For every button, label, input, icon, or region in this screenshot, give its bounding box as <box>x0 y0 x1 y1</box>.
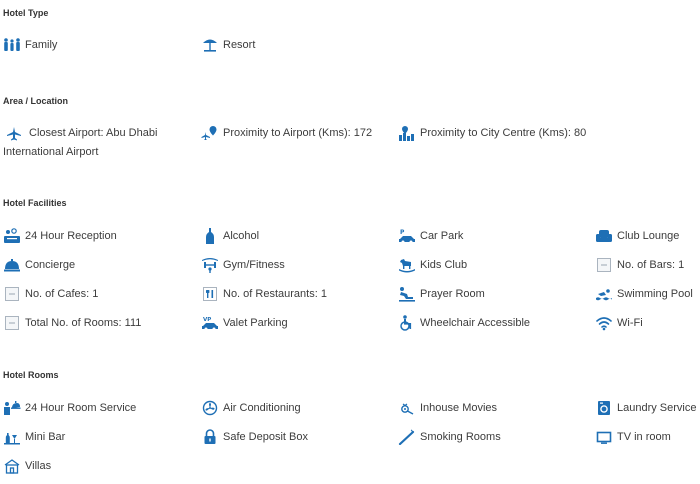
amenity-laundry: Laundry Service <box>595 399 697 417</box>
bottle-icon <box>201 228 219 245</box>
amenity-label: No. of Bars: 1 <box>617 259 685 272</box>
car-park-icon: P <box>398 228 416 244</box>
section-title-hotel-type: Hotel Type <box>3 8 49 18</box>
amenity-cafes: No. of Cafes: 1 <box>3 285 98 303</box>
amenity-mini-bar: Mini Bar <box>3 428 65 446</box>
minibar-icon <box>3 429 21 445</box>
room-service-icon <box>3 400 21 416</box>
amenity-label: Air Conditioning <box>223 402 301 415</box>
amenity-proximity-city: Proximity to City Centre (Kms): 80 <box>398 124 586 142</box>
swimmer-icon <box>595 286 613 302</box>
amenity-label: Swimming Pool <box>617 288 693 301</box>
amenity-label: Inhouse Movies <box>420 402 498 415</box>
amenity-label: Total No. of Rooms: 111 <box>25 317 142 330</box>
amenity-label: No. of Restaurants: 1 <box>223 288 327 301</box>
airplane-icon <box>5 126 23 142</box>
amenity-club-lounge: Club Lounge <box>595 227 679 245</box>
amenity-inhouse-movies: Inhouse Movies <box>398 399 497 417</box>
amenity-gym: Gym/Fitness <box>201 256 285 274</box>
section-title-area-location: Area / Location <box>3 96 69 106</box>
city-pin-icon <box>398 125 416 142</box>
amenity-label: Prayer Room <box>420 288 485 301</box>
amenity-label: Gym/Fitness <box>223 259 285 272</box>
amenity-total-rooms: Total No. of Rooms: 111 <box>3 314 141 332</box>
armchair-icon <box>595 228 613 244</box>
amenity-prayer-room: Prayer Room <box>398 285 485 303</box>
placeholder-icon <box>3 315 21 331</box>
bell-icon <box>3 257 21 273</box>
amenity-proximity-airport: Proximity to Airport (Kms): 172 <box>201 124 372 142</box>
amenity-label: Club Lounge <box>617 230 680 243</box>
amenity-air-conditioning: Air Conditioning <box>201 399 301 417</box>
amenity-room-service: 24 Hour Room Service <box>3 399 136 417</box>
amenity-label: Alcohol <box>223 230 260 243</box>
amenity-concierge: Concierge <box>3 256 75 274</box>
amenity-car-park: P Car Park <box>398 227 463 245</box>
amenity-tv: TV in room <box>595 428 671 446</box>
amenity-closest-airport: Closest Airport: Abu Dhabi International… <box>3 124 163 163</box>
amenity-label: Laundry Service <box>617 402 697 415</box>
amenity-label: Proximity to Airport (Kms): 172 <box>223 127 373 140</box>
amenity-label: Family <box>25 39 58 52</box>
amenity-label: No. of Cafes: 1 <box>25 288 99 301</box>
wifi-icon <box>595 315 613 331</box>
amenity-label: Car Park <box>420 230 464 243</box>
rocking-horse-icon <box>398 257 416 273</box>
washing-machine-icon <box>595 400 613 416</box>
lock-icon <box>201 429 219 445</box>
dumbbell-icon <box>201 257 219 274</box>
wheelchair-icon <box>398 315 416 331</box>
svg-text:VP: VP <box>203 317 211 323</box>
film-reel-icon <box>398 400 416 416</box>
prayer-icon <box>398 286 416 302</box>
amenity-family: Family <box>3 36 57 54</box>
amenity-label: Resort <box>223 39 256 52</box>
amenity-label: Wi-Fi <box>617 317 643 330</box>
amenity-label: Wheelchair Accessible <box>420 317 531 330</box>
family-icon <box>3 37 21 53</box>
amenity-safe-deposit: Safe Deposit Box <box>201 428 308 446</box>
villa-icon <box>3 458 21 474</box>
amenity-wheelchair: Wheelchair Accessible <box>398 314 530 332</box>
amenity-label: Safe Deposit Box <box>223 431 308 444</box>
amenity-label: 24 Hour Reception <box>25 230 117 243</box>
amenity-label: Kids Club <box>420 259 468 272</box>
amenity-label: Valet Parking <box>223 317 288 330</box>
cigarette-icon <box>398 429 416 446</box>
amenity-label: Mini Bar <box>25 431 66 444</box>
amenity-villas: Villas <box>3 457 51 475</box>
amenity-label: Proximity to City Centre (Kms): 80 <box>420 127 587 140</box>
fan-icon <box>201 400 219 416</box>
amenity-24h-reception: 24 Hour Reception <box>3 227 117 245</box>
amenity-label: Closest Airport: Abu Dhabi International… <box>3 127 158 159</box>
amenity-label: 24 Hour Room Service <box>25 402 137 415</box>
amenity-swimming-pool: Swimming Pool <box>595 285 693 303</box>
placeholder-icon <box>3 286 21 302</box>
amenity-label: Smoking Rooms <box>420 431 501 444</box>
amenity-restaurants: No. of Restaurants: 1 <box>201 285 327 303</box>
tv-icon <box>595 429 613 445</box>
amenity-smoking-rooms: Smoking Rooms <box>398 428 501 446</box>
amenity-valet-parking: VP Valet Parking <box>201 314 288 332</box>
amenity-resort: Resort <box>201 36 255 54</box>
valet-car-icon: VP <box>201 315 219 331</box>
amenity-label: Villas <box>25 460 52 473</box>
amenity-kids-club: Kids Club <box>398 256 467 274</box>
placeholder-icon <box>595 257 613 273</box>
section-title-hotel-facilities: Hotel Facilities <box>3 198 67 208</box>
amenity-bars: No. of Bars: 1 <box>595 256 684 274</box>
amenity-alcohol: Alcohol <box>201 227 259 245</box>
section-title-hotel-rooms: Hotel Rooms <box>3 370 59 380</box>
amenity-wifi: Wi-Fi <box>595 314 643 332</box>
beach-umbrella-icon <box>201 37 219 53</box>
svg-text:P: P <box>400 229 405 236</box>
cutlery-icon <box>201 286 219 302</box>
amenity-label: TV in room <box>617 431 671 444</box>
airport-pin-icon <box>201 125 219 141</box>
reception-icon <box>3 228 21 244</box>
amenity-label: Concierge <box>25 259 76 272</box>
